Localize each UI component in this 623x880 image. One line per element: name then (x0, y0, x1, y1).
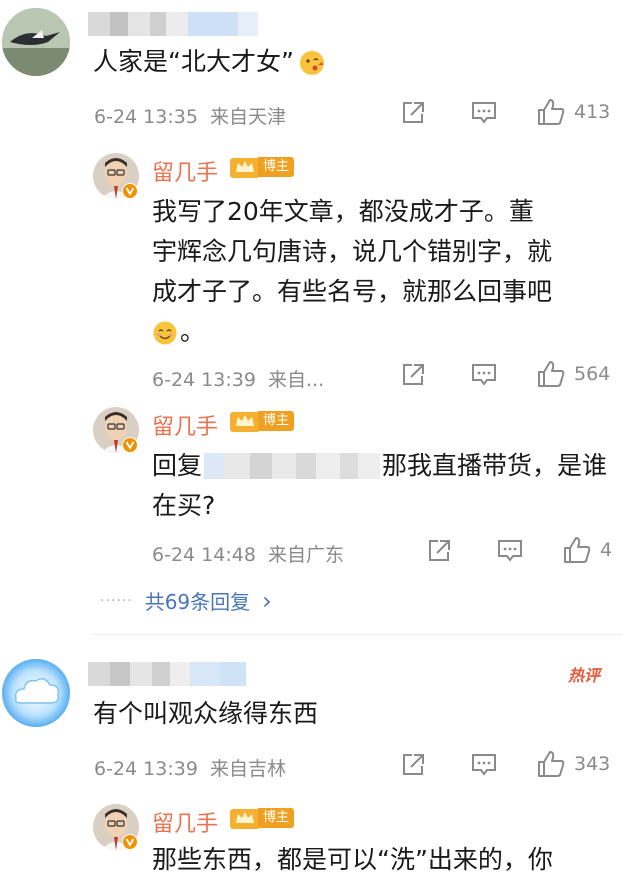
reply-text-line: 宇辉念几句唐诗，说几个错别字，就 (152, 237, 553, 266)
reply-location: 来自广东 (268, 544, 345, 566)
blurred-mention[interactable] (204, 453, 381, 479)
more-replies-link[interactable]: ······ 共69条回复 › (100, 586, 272, 615)
comment-icon[interactable] (470, 362, 498, 388)
comment-time: 6-24 13:35 (94, 106, 198, 128)
author-username[interactable]: 留几手 (152, 155, 218, 187)
blogger-badge: 博主 (230, 807, 295, 829)
reply-meta: 6-24 14:48 来自广东 (152, 540, 344, 567)
reply-text-tail: 那我直播带货，是谁 (382, 451, 608, 480)
comment-location: 来自天津 (210, 106, 287, 128)
reply-text: 那些东西，都是可以“洗”出来的，你 (152, 845, 553, 874)
like-count: 343 (574, 753, 611, 775)
comment-text: 人家是“北大才女” (93, 42, 326, 82)
like-button[interactable]: 413 (536, 98, 610, 126)
reply-time: 6-24 14:48 (152, 544, 256, 566)
reply-text: 回复 那我直播带货，是谁 在买? (152, 446, 607, 526)
comment-location: 来自吉林 (210, 758, 287, 780)
comment-icon[interactable] (496, 538, 524, 564)
thumbs-up-icon (536, 360, 566, 388)
verified-v-icon (122, 183, 138, 199)
comment-icon[interactable] (470, 752, 498, 778)
comment-icon[interactable] (470, 100, 498, 126)
reply-text: 我写了20年文章，都没成才子。董 宇辉念几句唐诗，说几个错别字，就 成才子了。有… (152, 192, 552, 352)
crown-icon (230, 807, 260, 829)
verified-v-icon (122, 437, 138, 453)
badge-label: 博主 (258, 157, 295, 177)
like-button[interactable]: 564 (536, 360, 610, 388)
author-username[interactable]: 留几手 (152, 806, 218, 838)
reply-time: 6-24 13:39 (152, 369, 256, 391)
like-button[interactable]: 4 (562, 536, 612, 564)
thumbs-up-icon (536, 750, 566, 778)
reply-text-line: 回复 那我直播带货，是谁 (152, 446, 607, 486)
kiss-face-emoji (298, 49, 326, 77)
verified-v-icon (122, 834, 138, 850)
comment-time: 6-24 13:39 (94, 758, 198, 780)
reply-text-line: 成才子了。有些名号，就那么回事吧 (152, 277, 553, 306)
like-count: 4 (600, 539, 613, 561)
blogger-badge: 博主 (230, 410, 295, 432)
comment-text: 有个叫观众缘得东西 (93, 699, 319, 728)
like-count: 413 (574, 101, 611, 123)
crown-icon (230, 156, 260, 178)
like-button[interactable]: 343 (536, 750, 610, 778)
reply-location: 来自... (268, 369, 325, 391)
blurred-username[interactable] (88, 12, 258, 36)
badge-label: 博主 (258, 411, 295, 431)
commenter-avatar[interactable] (2, 8, 70, 76)
smile-face-emoji (152, 320, 178, 346)
share-icon[interactable] (400, 362, 426, 388)
share-icon[interactable] (400, 100, 426, 126)
comment-meta: 6-24 13:35 来自天津 (94, 102, 286, 129)
thumbs-up-icon (536, 98, 566, 126)
reply-prefix: 回复 (152, 451, 203, 480)
hot-comment-badge: 热评 (568, 666, 601, 685)
like-count: 564 (574, 363, 611, 385)
comment-meta: 6-24 13:39 来自吉林 (94, 754, 286, 781)
thumbs-up-icon (562, 536, 592, 564)
reply-meta: 6-24 13:39 来自... (152, 365, 324, 392)
reply-text-line-last: 。 (152, 312, 552, 352)
badge-label: 博主 (258, 808, 295, 828)
reply-text-line: 在买? (152, 491, 216, 520)
reply-count-label: 共69条回复 (144, 590, 251, 614)
chevron-right-icon: › (262, 586, 272, 615)
dots-separator: ······ (100, 592, 133, 609)
share-icon[interactable] (426, 538, 452, 564)
blogger-badge: 博主 (230, 156, 295, 178)
author-username[interactable]: 留几手 (152, 409, 218, 441)
crown-icon (230, 410, 260, 432)
share-icon[interactable] (400, 752, 426, 778)
blurred-username[interactable] (88, 662, 246, 686)
section-divider (92, 634, 623, 635)
reply-text-line: 我写了20年文章，都没成才子。董 (152, 197, 534, 226)
commenter-avatar[interactable] (2, 659, 70, 727)
